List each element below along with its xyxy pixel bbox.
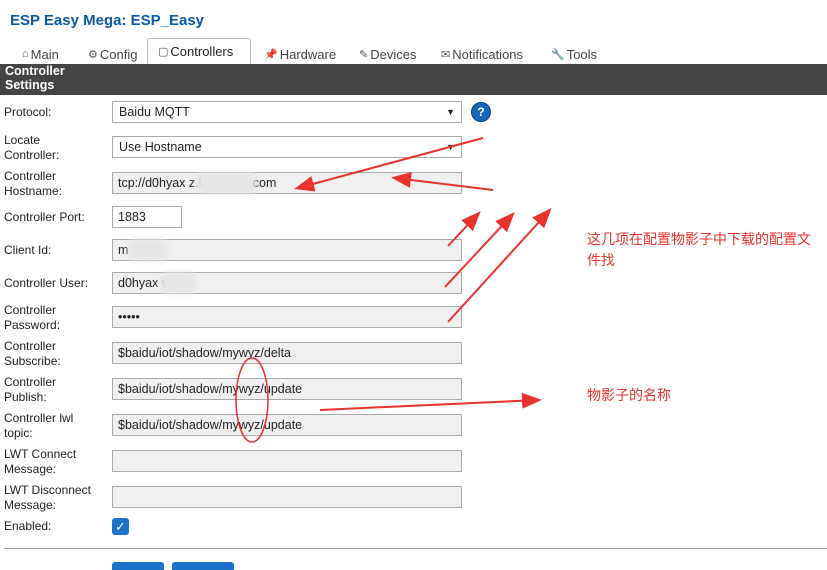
annotation-arrow xyxy=(294,137,484,192)
annotation-arrow xyxy=(319,392,542,411)
annotation-note-config: 这几项在配置物影子中下载的配置文件找 xyxy=(587,232,811,269)
annotation-ellipse xyxy=(235,357,269,443)
annotation-arrow xyxy=(444,212,515,288)
annotation-arrow xyxy=(391,172,494,191)
annotation-arrows xyxy=(235,137,552,443)
annotation-note-shadow-name: 物影子的名称 xyxy=(587,388,671,404)
annotation-arrow xyxy=(447,211,481,247)
